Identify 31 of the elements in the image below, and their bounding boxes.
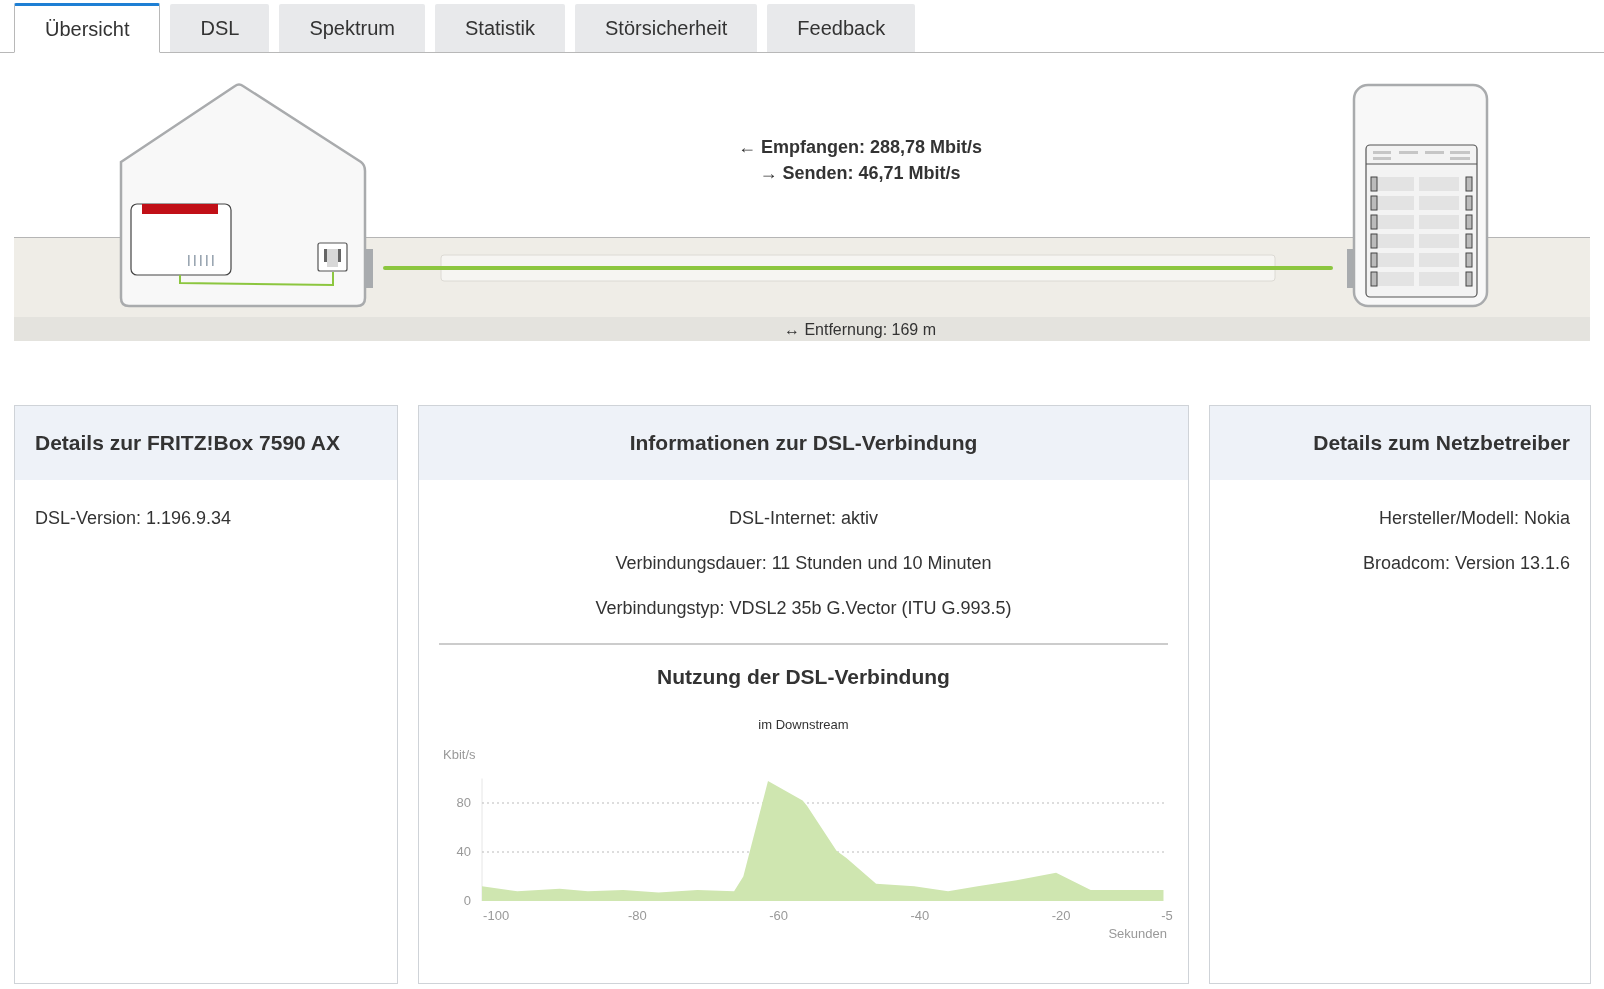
info-text: Broadcom: Version 13.1.6 [1361, 553, 1570, 574]
tab[interactable]: Feedback [767, 4, 916, 52]
x-tick-label: -20 [1051, 908, 1071, 923]
receive-rate: ← Empfangen: 288,78 Mbit/s [737, 137, 983, 157]
distance-label: ↔ Entfernung: 169 m [783, 321, 937, 338]
send-rate: → Senden: 46,71 Mbit/s [759, 163, 961, 183]
section-title: Nutzung der DSL-Verbindung [656, 665, 951, 689]
card-title: Details zum Netzbetreiber [1210, 406, 1590, 480]
x-tick-label: -40 [910, 908, 930, 923]
info-text: Verbindungsdauer: 11 Stunden und 10 Minuten [614, 553, 993, 574]
tab[interactable]: Störsicherheit [575, 4, 758, 52]
x-tick-label: -5 [1161, 908, 1173, 923]
x-axis-label: Sekunden [1108, 926, 1167, 941]
x-tick-label: -80 [627, 908, 647, 923]
x-tick-label: -60 [769, 908, 788, 923]
card-title: Informationen zur DSL-Verbindung [419, 406, 1188, 480]
y-tick-label: 80 [456, 795, 471, 810]
info-text: DSL-Version: 1.196.9.34 [35, 508, 233, 529]
y-tick-label: 40 [456, 844, 471, 859]
y-axis-label: Kbit/s [443, 747, 476, 762]
x-tick-label: -100 [483, 908, 510, 923]
info-text: Hersteller/Modell: Nokia [1377, 508, 1570, 529]
info-text: DSL-Internet: aktiv [727, 508, 880, 529]
info-text: Verbindungstyp: VDSL2 35b G.Vector (ITU G.993.5) [594, 598, 1013, 619]
tab[interactable]: Spektrum [279, 4, 425, 52]
tab[interactable]: Statistik [435, 4, 565, 52]
tab[interactable]: Übersicht [14, 3, 161, 53]
card-title: Details zur FRITZ!Box 7590 AX [15, 406, 397, 480]
chart-title: im Downstream [757, 717, 850, 732]
tab[interactable]: DSL [170, 4, 270, 52]
y-tick-label: 0 [463, 893, 471, 908]
